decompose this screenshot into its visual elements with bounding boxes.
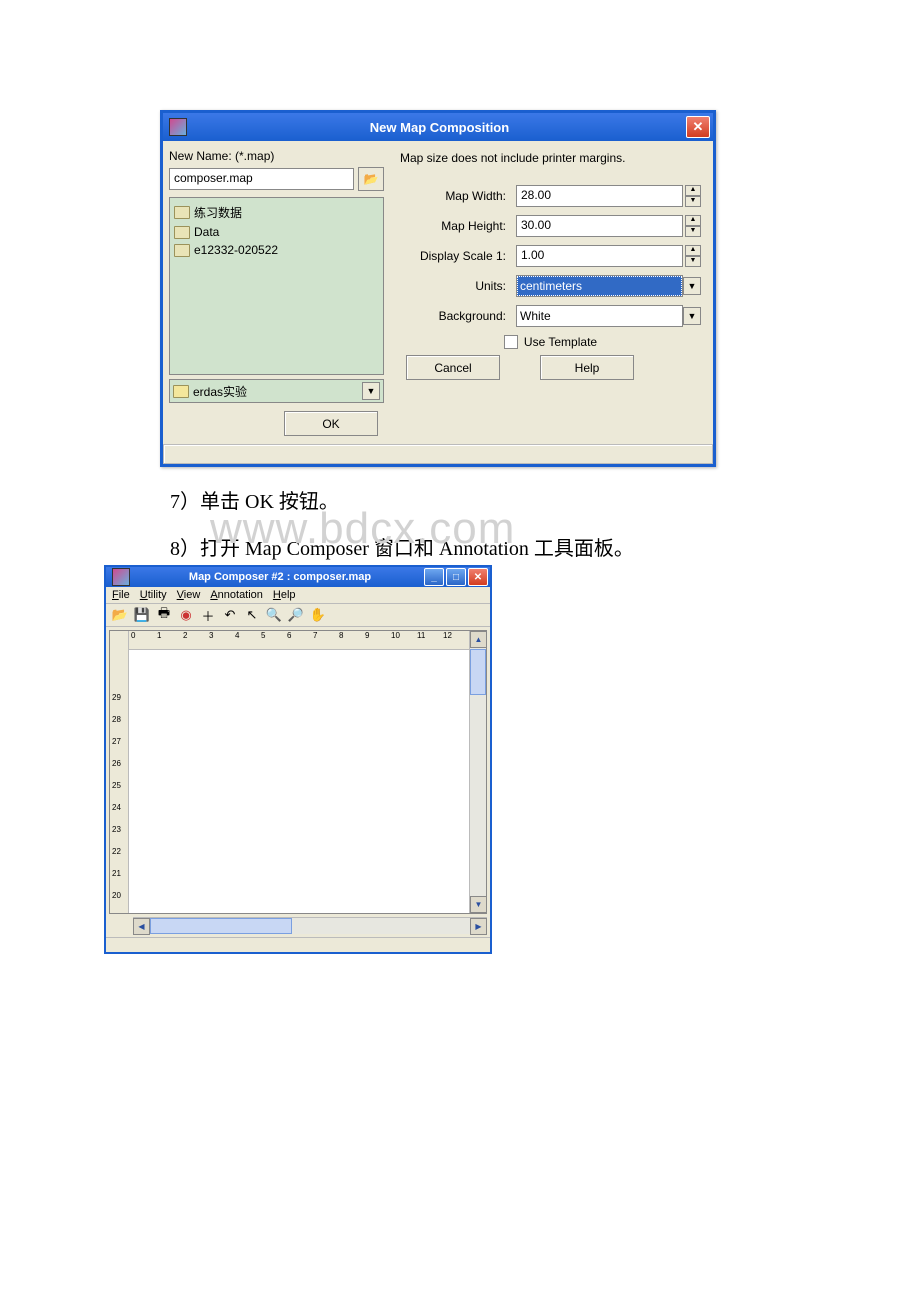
zoom-out-icon[interactable]: 🔎 [288, 607, 304, 623]
folder-label: e12332-020522 [194, 243, 278, 257]
cancel-button[interactable]: Cancel [406, 355, 500, 380]
undo-icon[interactable]: ↶ [222, 607, 238, 623]
folder-list[interactable]: 练习数据 Data e12332-020522 [169, 197, 384, 375]
height-label: Map Height: [400, 219, 516, 233]
help-button[interactable]: Help [540, 355, 634, 380]
app-icon [169, 118, 187, 136]
folder-item[interactable]: 练习数据 [172, 202, 381, 223]
folder-label: Data [194, 225, 219, 239]
toolbar: 📂 💾 🖶 ◉ ＋ ↶ ↖ 🔍 🔎 ✋ [106, 604, 490, 627]
scroll-down-button[interactable]: ▼ [470, 896, 487, 913]
units-value: centimeters [516, 275, 683, 297]
scroll-right-button[interactable]: ▶ [470, 918, 487, 935]
close-button[interactable]: ✕ [686, 116, 710, 138]
folder-icon [174, 244, 190, 257]
units-select[interactable]: centimeters▼ [516, 275, 701, 297]
horizontal-ruler: 0123456789101112 [129, 631, 469, 650]
canvas[interactable] [129, 650, 469, 913]
menu-bar: File Utility View Annotation Help [106, 587, 490, 604]
dialog-titlebar: New Map Composition ✕ [163, 113, 713, 141]
instruction-step-8: 8）打开 Map Composer 窗口和 Annotation 工具面板。 [170, 532, 920, 561]
maximize-button[interactable]: □ [446, 568, 466, 586]
menu-help[interactable]: Help [273, 589, 296, 601]
composer-title: Map Composer #2 : composer.map [136, 571, 424, 583]
background-value: White [516, 305, 683, 327]
vertical-scrollbar[interactable]: ▲ ▼ [469, 631, 486, 913]
new-map-composition-dialog: New Map Composition ✕ New Name: (*.map) … [160, 110, 716, 467]
width-label: Map Width: [400, 189, 516, 203]
save-icon[interactable]: 💾 [134, 607, 150, 623]
spin-up[interactable]: ▲ [685, 185, 701, 196]
margin-note: Map size does not include printer margin… [400, 145, 701, 177]
plus-icon[interactable]: ＋ [200, 607, 216, 623]
scale-label: Display Scale 1: [400, 249, 516, 263]
height-input[interactable]: 30.00 [516, 215, 683, 237]
use-template-label: Use Template [524, 335, 597, 349]
open-folder-icon [173, 385, 189, 398]
map-composer-window: Map Composer #2 : composer.map _ □ ✕ Fil… [104, 565, 492, 954]
spin-up[interactable]: ▲ [685, 215, 701, 226]
spin-down[interactable]: ▼ [685, 256, 701, 267]
menu-utility[interactable]: Utility [140, 589, 167, 601]
status-bar [163, 444, 713, 464]
close-button[interactable]: ✕ [468, 568, 488, 586]
canvas-area: 20212223242526272829 0123456789101112 ▲ … [109, 630, 487, 914]
folder-label: 练习数据 [194, 204, 242, 221]
scroll-left-button[interactable]: ◀ [133, 918, 150, 935]
units-label: Units: [400, 279, 516, 293]
instruction-step-7: 7）单击 OK 按钮。 [170, 485, 920, 514]
vertical-ruler: 20212223242526272829 [110, 631, 129, 913]
composer-status-bar [106, 937, 490, 952]
app-icon [112, 568, 130, 586]
folder-icon [174, 226, 190, 239]
scroll-thumb[interactable] [150, 918, 292, 934]
browse-button[interactable]: 📂 [358, 167, 384, 191]
menu-annotation[interactable]: Annotation [210, 589, 263, 601]
folder-icon [174, 206, 190, 219]
dropdown-button[interactable]: ▼ [683, 277, 701, 295]
ok-button[interactable]: OK [284, 411, 378, 436]
menu-view[interactable]: View [177, 589, 201, 601]
dialog-title: New Map Composition [193, 120, 686, 135]
scale-input[interactable]: 1.00 [516, 245, 683, 267]
new-name-label: New Name: (*.map) [169, 145, 384, 167]
minimize-button[interactable]: _ [424, 568, 444, 586]
scroll-thumb[interactable] [470, 649, 486, 695]
pan-icon[interactable]: ✋ [310, 607, 326, 623]
spin-up[interactable]: ▲ [685, 245, 701, 256]
dropdown-button[interactable]: ▼ [362, 382, 380, 400]
folder-item[interactable]: e12332-020522 [172, 241, 381, 259]
target-icon[interactable]: ◉ [178, 607, 194, 623]
pointer-icon[interactable]: ↖ [244, 607, 260, 623]
scroll-up-button[interactable]: ▲ [470, 631, 487, 648]
dropdown-button[interactable]: ▼ [683, 307, 701, 325]
open-icon[interactable]: 📂 [112, 607, 128, 623]
horizontal-scrollbar[interactable]: ◀ ▶ [133, 917, 487, 934]
filename-input[interactable]: composer.map [169, 168, 354, 190]
lookin-value: erdas实验 [193, 383, 358, 400]
open-folder-icon: 📂 [364, 172, 379, 186]
menu-file[interactable]: File [112, 589, 130, 601]
width-input[interactable]: 28.00 [516, 185, 683, 207]
folder-item[interactable]: Data [172, 223, 381, 241]
spin-down[interactable]: ▼ [685, 226, 701, 237]
background-select[interactable]: White▼ [516, 305, 701, 327]
use-template-checkbox[interactable] [504, 335, 518, 349]
spin-down[interactable]: ▼ [685, 196, 701, 207]
lookin-combo[interactable]: erdas实验 ▼ [169, 379, 384, 403]
zoom-in-icon[interactable]: 🔍 [266, 607, 282, 623]
print-icon[interactable]: 🖶 [156, 607, 172, 623]
background-label: Background: [400, 309, 516, 323]
